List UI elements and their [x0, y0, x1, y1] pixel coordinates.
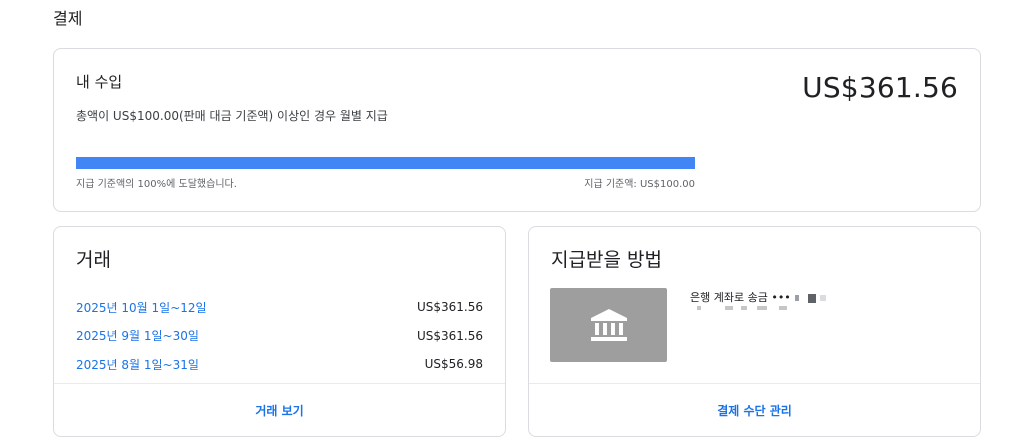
threshold-progress-fill — [76, 157, 695, 169]
page-title: 결제 — [53, 9, 83, 28]
redacted-account — [807, 293, 816, 303]
payment-method-card: 지급받을 방법 은행 계좌로 송금 ••• 결제 수단 관리 — [528, 226, 981, 437]
payment-method-text: 은행 계좌로 송금 ••• — [690, 291, 791, 304]
bank-tile — [550, 288, 667, 362]
earnings-amount: US$361.56 — [802, 71, 958, 104]
earnings-subtitle: 총액이 US$100.00(판매 대금 기준액) 이상인 경우 월별 지급 — [76, 109, 388, 123]
transaction-row: 2025년 8월 1일~31일 US$56.98 — [76, 350, 483, 379]
transaction-amount: US$361.56 — [416, 300, 483, 315]
redacted-account — [820, 295, 827, 301]
transactions-list: 2025년 10월 1일~12일 US$361.56 2025년 9월 1일~3… — [76, 293, 483, 379]
threshold-progress-bar — [76, 157, 695, 169]
earnings-card: 내 수입 총액이 US$100.00(판매 대금 기준액) 이상인 경우 월별 … — [53, 48, 981, 212]
payment-method-title: 지급받을 방법 — [551, 249, 662, 271]
transaction-row: 2025년 9월 1일~30일 US$361.56 — [76, 322, 483, 351]
transaction-amount: US$361.56 — [416, 328, 483, 343]
earnings-title: 내 수입 — [76, 73, 123, 91]
transaction-period-link[interactable]: 2025년 10월 1일~12일 — [76, 299, 207, 316]
threshold-label: 지급 기준액: US$100.00 — [584, 179, 695, 190]
transactions-card: 거래 2025년 10월 1일~12일 US$361.56 2025년 9월 1… — [53, 226, 506, 437]
transaction-amount: US$56.98 — [424, 357, 483, 372]
manage-payment-methods-button[interactable]: 결제 수단 관리 — [529, 383, 980, 436]
view-transactions-button[interactable]: 거래 보기 — [54, 383, 505, 436]
transactions-title: 거래 — [76, 249, 111, 271]
redacted-account — [795, 295, 800, 301]
bank-icon — [590, 309, 627, 341]
payment-method-label: 은행 계좌로 송금 ••• — [690, 289, 827, 305]
transaction-period-link[interactable]: 2025년 9월 1일~30일 — [76, 327, 199, 344]
transaction-period-link[interactable]: 2025년 8월 1일~31일 — [76, 356, 199, 373]
transaction-row: 2025년 10월 1일~12일 US$361.56 — [76, 293, 483, 322]
